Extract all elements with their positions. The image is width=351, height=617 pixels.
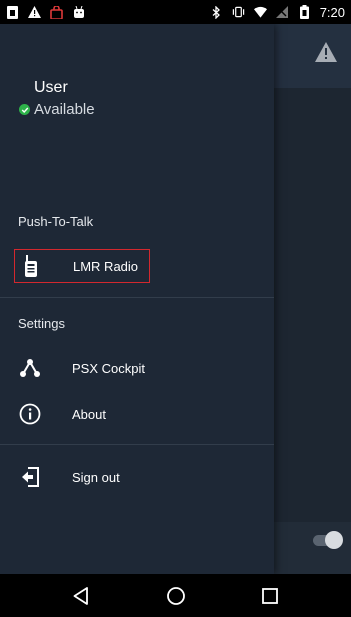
warning-small-icon (28, 6, 41, 19)
walkie-talkie-icon (19, 254, 43, 278)
section-header-push-to-talk: Push-To-Talk (18, 214, 94, 229)
status-time: 7:20 (319, 4, 345, 20)
menu-item-label: LMR Radio (73, 258, 139, 274)
wifi-icon (253, 6, 267, 19)
divider (0, 297, 274, 298)
status-bar-left (6, 5, 85, 19)
toggle-knob (325, 531, 343, 549)
app-toggle-switch[interactable] (313, 528, 343, 552)
bluetooth-icon (210, 5, 223, 19)
sim-icon (6, 5, 19, 19)
menu-item-label: PSX Cockpit (72, 360, 145, 376)
signal-icon (276, 6, 289, 19)
status-bar: 7:20 (0, 0, 351, 24)
back-icon[interactable] (70, 585, 92, 607)
sign-out-button[interactable]: Sign out (0, 458, 274, 496)
divider (0, 444, 274, 445)
menu-item-psx-cockpit[interactable]: PSX Cockpit (0, 349, 274, 387)
android-icon (72, 6, 85, 19)
sign-out-icon (18, 465, 42, 489)
home-icon[interactable] (165, 585, 187, 607)
navigation-bar (0, 574, 351, 617)
recents-icon[interactable] (259, 585, 281, 607)
status-bar-right: 7:20 (210, 5, 345, 20)
warning-icon[interactable] (315, 42, 337, 64)
vibrate-icon (232, 6, 245, 19)
battery-icon (298, 5, 311, 19)
available-check-icon (19, 104, 30, 115)
navigation-drawer: User Available Push-To-Talk LMR Radio Se… (0, 24, 274, 574)
network-icon (18, 356, 42, 380)
menu-item-label: About (72, 406, 106, 422)
presence-status[interactable]: Available (19, 101, 95, 118)
shopping-bag-icon (50, 5, 63, 19)
info-icon (18, 402, 42, 426)
presence-label: Available (34, 101, 95, 118)
menu-item-about[interactable]: About (0, 395, 274, 433)
user-name: User (34, 79, 68, 96)
section-header-settings: Settings (18, 316, 65, 331)
menu-item-lmr-radio[interactable]: LMR Radio (14, 249, 150, 283)
sign-out-label: Sign out (72, 469, 120, 485)
